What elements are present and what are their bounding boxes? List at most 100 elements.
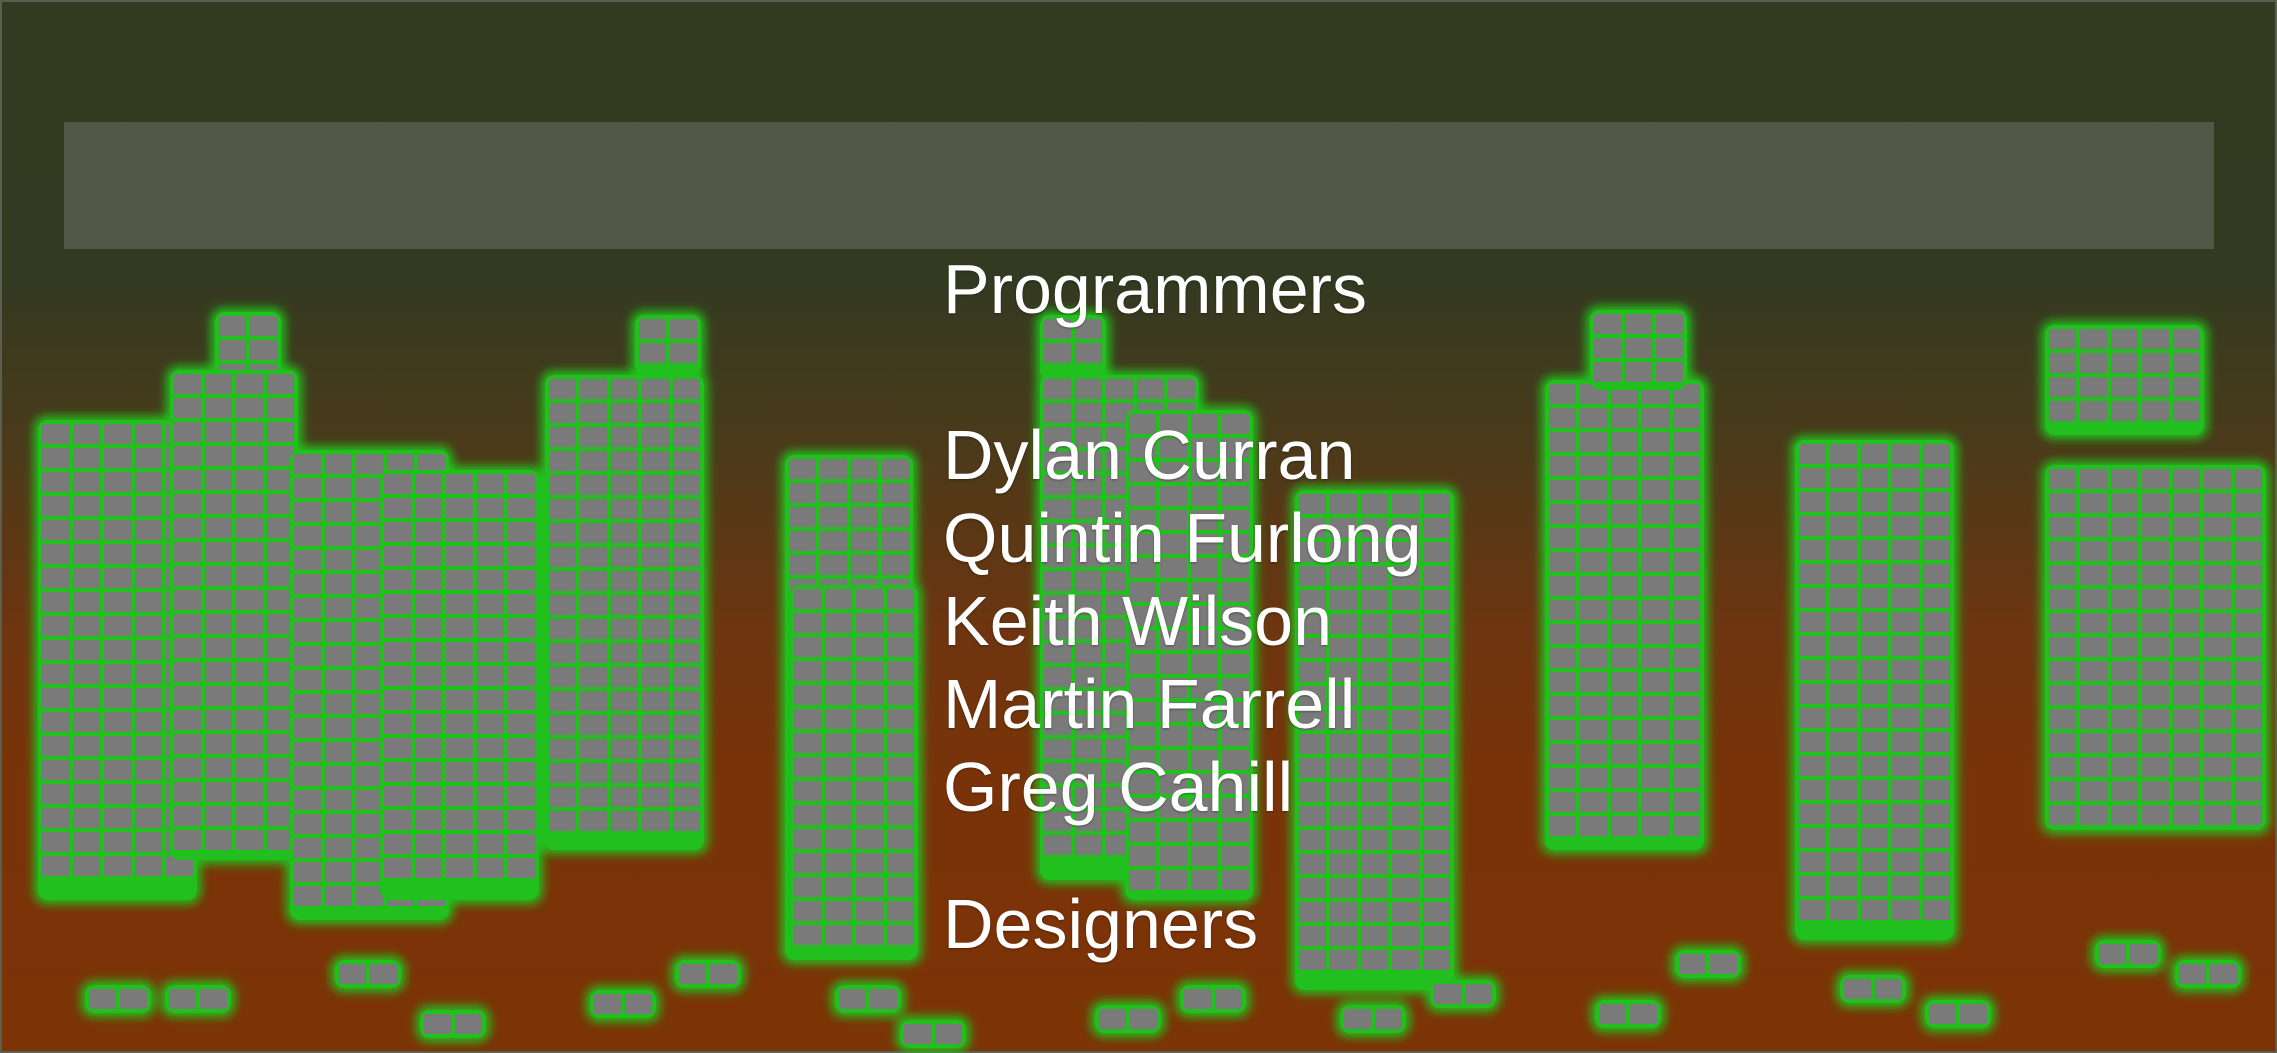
building-block xyxy=(2049,709,2076,729)
building-block xyxy=(794,685,821,705)
building-block xyxy=(2235,517,2262,537)
building-block xyxy=(120,989,147,1009)
building-block xyxy=(42,712,69,732)
building-block xyxy=(549,811,576,831)
building-block xyxy=(2049,733,2076,753)
building-block xyxy=(1923,660,1950,680)
building-block xyxy=(1892,876,1919,896)
building-block xyxy=(477,498,504,518)
building-block xyxy=(267,806,294,826)
building-block xyxy=(415,474,442,494)
building-block xyxy=(104,784,131,804)
building-block xyxy=(2049,805,2076,825)
building-block xyxy=(294,694,321,714)
building-block xyxy=(356,646,383,666)
building-block xyxy=(825,853,852,873)
building-block xyxy=(477,834,504,854)
building-block xyxy=(2235,613,2262,633)
building-block xyxy=(2173,329,2200,349)
building-block xyxy=(415,642,442,662)
building-block xyxy=(1215,989,1242,1009)
building-block xyxy=(2235,589,2262,609)
building-block xyxy=(508,522,535,542)
building-block xyxy=(673,523,700,543)
building-block xyxy=(42,664,69,684)
building-block xyxy=(642,715,669,735)
building-block xyxy=(580,619,607,639)
building-block xyxy=(236,446,263,466)
building-block xyxy=(825,589,852,609)
building-block xyxy=(851,507,878,527)
building-block xyxy=(580,475,607,495)
building-block xyxy=(236,542,263,562)
building-block xyxy=(294,622,321,642)
building-block xyxy=(1861,732,1888,752)
building-block xyxy=(2173,401,2200,421)
building-block xyxy=(673,595,700,615)
building-block xyxy=(870,989,897,1009)
building-block xyxy=(42,832,69,852)
building-block xyxy=(2049,781,2076,801)
building-block xyxy=(611,715,638,735)
building-block xyxy=(135,808,162,828)
building-block xyxy=(2111,757,2138,777)
building-block xyxy=(42,592,69,612)
building-block xyxy=(673,547,700,567)
building-block xyxy=(2049,637,2076,657)
building-block xyxy=(2173,637,2200,657)
building-block xyxy=(1892,492,1919,512)
building-block xyxy=(825,685,852,705)
building-block xyxy=(670,343,697,363)
building-block xyxy=(789,459,816,479)
building-block xyxy=(325,862,352,882)
building-block xyxy=(2142,401,2169,421)
building-block xyxy=(205,590,232,610)
building-block xyxy=(325,478,352,498)
building-block xyxy=(2111,565,2138,585)
building-block xyxy=(477,858,504,878)
building-block xyxy=(1892,852,1919,872)
building-block xyxy=(1861,516,1888,536)
building-block xyxy=(856,901,883,921)
building-block xyxy=(1892,684,1919,704)
building-block xyxy=(73,832,100,852)
building-block xyxy=(384,546,411,566)
building-block xyxy=(415,618,442,638)
building-block xyxy=(549,379,576,399)
building-block xyxy=(825,613,852,633)
building-block xyxy=(294,526,321,546)
building-block xyxy=(1375,1009,1402,1029)
building-block xyxy=(2111,637,2138,657)
building-block xyxy=(73,472,100,492)
building-block xyxy=(135,784,162,804)
building-block xyxy=(794,661,821,681)
building-block xyxy=(104,448,131,468)
building-block xyxy=(1892,780,1919,800)
building-block xyxy=(2235,685,2262,705)
building-block xyxy=(1923,828,1950,848)
building-block xyxy=(1960,1004,1987,1024)
credit-name: Quintin Furlong xyxy=(943,499,1422,577)
building-block xyxy=(1861,564,1888,584)
building-block xyxy=(2235,469,2262,489)
building-block xyxy=(219,316,246,336)
building-block xyxy=(2080,517,2107,537)
building-block xyxy=(851,483,878,503)
building-block xyxy=(477,690,504,710)
building-block xyxy=(104,688,131,708)
building-block xyxy=(446,570,473,590)
building-block xyxy=(236,470,263,490)
building-block xyxy=(205,662,232,682)
building-block xyxy=(673,643,700,663)
building-block xyxy=(549,571,576,591)
building-block xyxy=(1923,900,1950,920)
building-block xyxy=(1923,636,1950,656)
building-block xyxy=(104,640,131,660)
building-block xyxy=(2049,517,2076,537)
building-block xyxy=(642,379,669,399)
building-block xyxy=(205,782,232,802)
building-block xyxy=(174,590,201,610)
building-block xyxy=(446,762,473,782)
building-block xyxy=(794,925,821,945)
building-block xyxy=(356,670,383,690)
